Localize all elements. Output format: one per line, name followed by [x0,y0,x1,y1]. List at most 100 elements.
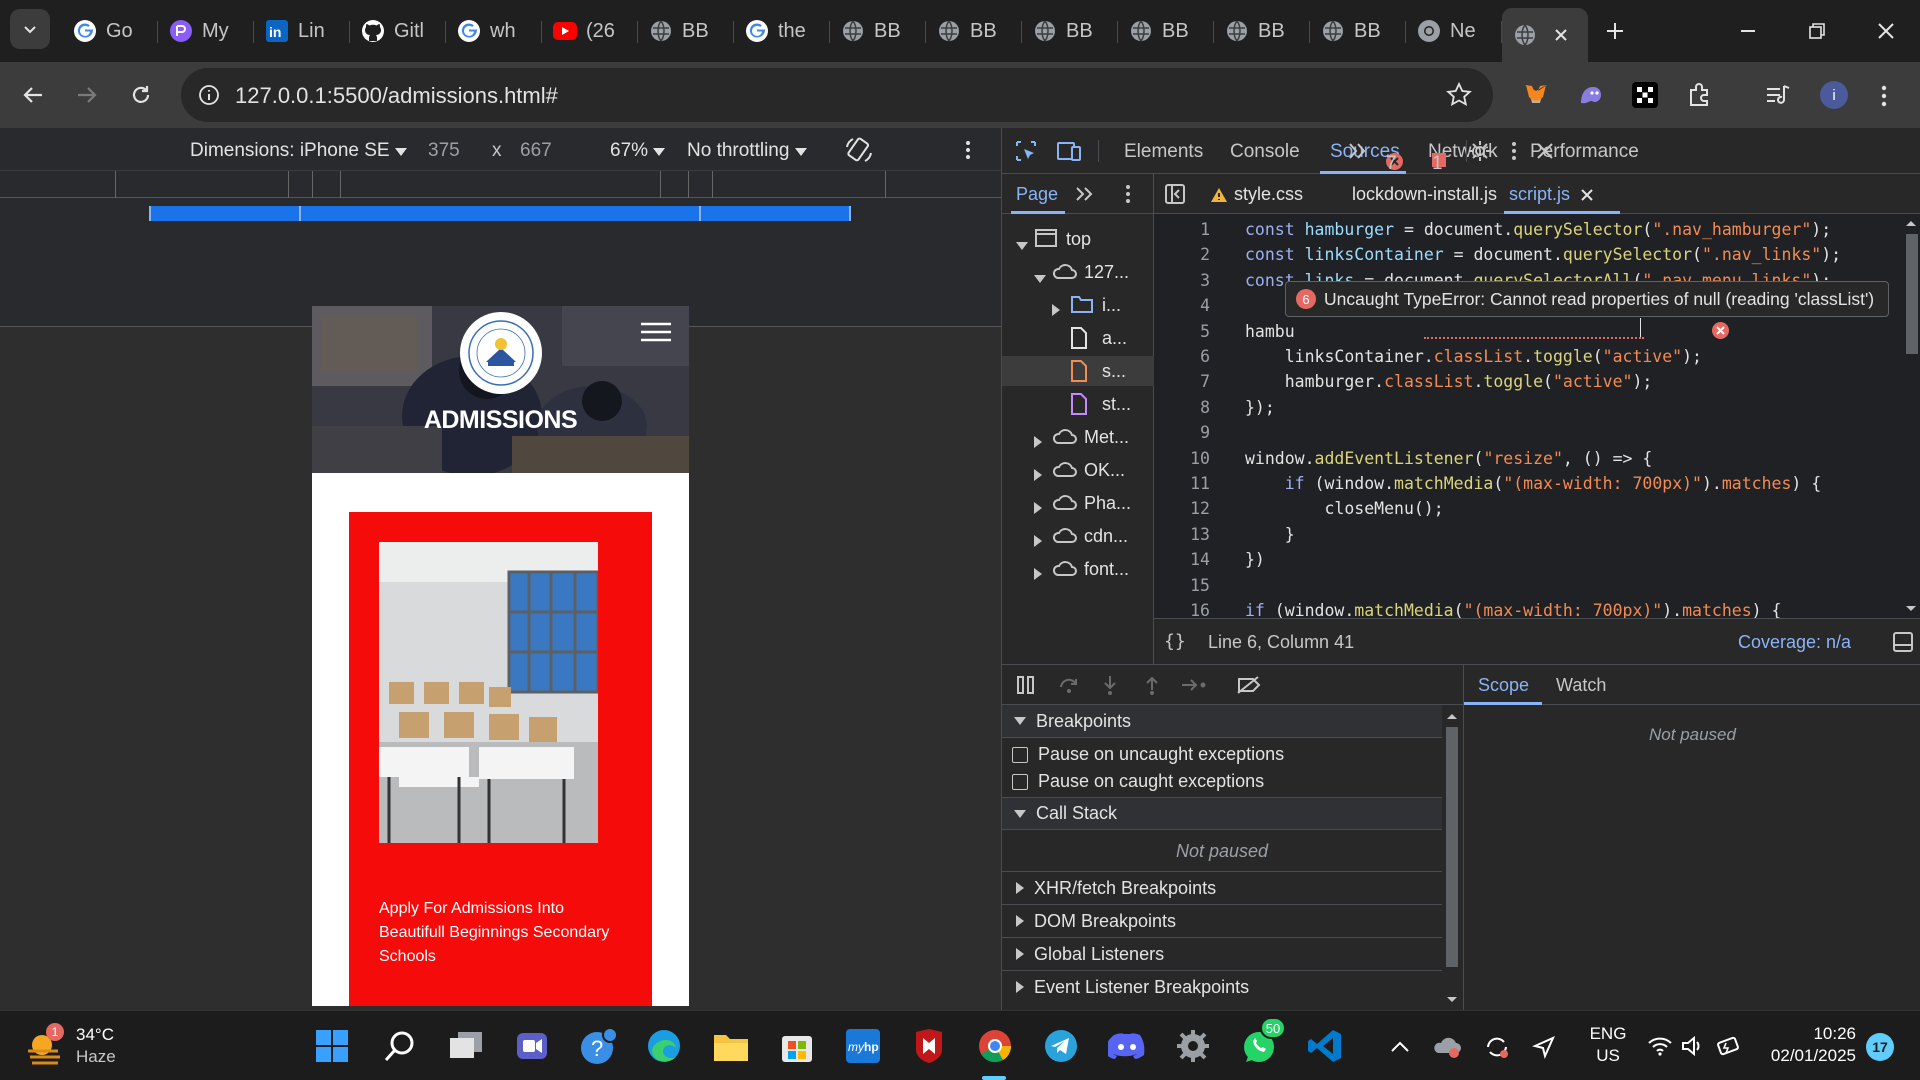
browser-tab[interactable]: BB [1214,8,1310,54]
event-listener-breakpoints-header[interactable]: Event Listener Breakpoints [1002,970,1442,1003]
line-number[interactable]: 12 [1154,499,1210,518]
browser-tab[interactable]: the [734,8,830,54]
navigator-menu-icon[interactable] [1122,183,1134,205]
extension-okx-icon[interactable] [1632,82,1658,108]
line-number[interactable]: 11 [1154,474,1210,493]
profile-avatar[interactable]: i [1820,81,1848,109]
location-arrow-icon[interactable] [1532,1035,1556,1059]
browser-tab[interactable]: Ne [1406,8,1502,54]
task-view-button[interactable] [445,1025,487,1067]
store-app[interactable] [776,1025,818,1067]
line-number[interactable]: 13 [1154,525,1210,544]
tree-item[interactable]: Pha... [1002,488,1154,518]
device-toggle-icon[interactable] [1056,138,1082,164]
language-indicator[interactable]: ENG US [1585,1023,1631,1067]
step-icon[interactable] [1180,675,1208,695]
hamburger-menu-icon[interactable] [640,322,672,342]
device-width-input[interactable]: 375 [428,140,460,162]
line-number[interactable]: 1 [1154,220,1210,239]
wifi-icon[interactable] [1647,1035,1673,1057]
browser-tab[interactable]: BB [1310,8,1406,54]
navigator-more-icon[interactable] [1074,185,1094,203]
line-number[interactable]: 7 [1154,372,1210,391]
tree-item[interactable]: top [1002,224,1154,254]
line-number[interactable]: 3 [1154,271,1210,290]
browser-tab[interactable]: BB [638,8,734,54]
navigator-tab-page[interactable]: Page [1016,184,1058,205]
pause-caught-option[interactable]: Pause on caught exceptions [1002,765,1442,798]
call-stack-header[interactable]: Call Stack [1002,797,1442,830]
browser-tab[interactable]: Go [62,8,158,54]
browser-tab-active[interactable] [1502,8,1588,62]
inspect-element-icon[interactable] [1014,139,1038,163]
step-out-icon[interactable] [1142,674,1162,696]
line-number[interactable]: 5 [1154,322,1210,341]
pretty-print-icon[interactable]: {} [1164,631,1186,652]
browser-tab[interactable]: BB [1022,8,1118,54]
checkbox[interactable] [1012,773,1028,790]
browser-tab[interactable]: Gitl [350,8,446,54]
device-dimensions-select[interactable]: Dimensions: iPhone SE [190,140,407,162]
inline-error-icon[interactable] [1712,322,1729,339]
browser-tab[interactable]: (26 [542,8,638,54]
minimize-button[interactable] [1728,16,1768,46]
reading-list-icon[interactable] [1764,82,1792,110]
tree-item[interactable]: i... [1002,290,1154,320]
line-number[interactable]: 15 [1154,576,1210,595]
step-over-icon[interactable] [1058,675,1080,695]
tab-scope[interactable]: Scope [1478,675,1529,696]
extensions-puzzle-icon[interactable] [1686,81,1714,109]
close-devtools-icon[interactable] [1535,141,1555,161]
tree-item[interactable]: cdn... [1002,521,1154,551]
browser-tab[interactable]: in Lin [254,8,350,54]
dom-breakpoints-header[interactable]: DOM Breakpoints [1002,904,1442,937]
zoom-select[interactable]: 67% [610,140,666,162]
tree-item[interactable]: 127... [1002,257,1154,287]
bookmark-star-icon[interactable] [1446,82,1472,108]
editor-scrollbar[interactable] [1901,214,1920,618]
media-query-bar[interactable] [149,206,851,221]
site-info-icon[interactable] [195,81,223,109]
sync-icon[interactable] [1484,1035,1510,1059]
url-text[interactable]: 127.0.0.1:5500/admissions.html# [235,83,558,109]
devtools-tab-elements[interactable]: Elements [1124,141,1203,163]
whatsapp-app[interactable]: 50 [1238,1017,1286,1067]
restore-button[interactable] [1797,16,1837,46]
chrome-app[interactable] [974,1025,1016,1067]
search-button[interactable] [379,1025,421,1067]
step-into-icon[interactable] [1100,674,1120,696]
reload-button[interactable] [124,78,158,112]
vscode-app[interactable] [1304,1025,1346,1067]
devtools-tab-console[interactable]: Console [1230,141,1300,163]
file-explorer-app[interactable] [710,1025,752,1067]
omnibox[interactable]: 127.0.0.1:5500/admissions.html# [181,68,1493,122]
pause-icon[interactable] [1016,675,1036,695]
discord-app[interactable] [1106,1025,1148,1067]
line-number[interactable]: 8 [1154,398,1210,417]
browser-tab[interactable]: BB [1118,8,1214,54]
rotate-icon[interactable] [844,135,874,165]
forward-button[interactable] [70,78,104,112]
close-window-button[interactable] [1866,16,1906,46]
tree-item[interactable]: a... [1002,323,1154,353]
global-listeners-header[interactable]: Global Listeners [1002,937,1442,970]
line-number[interactable]: 16 [1154,601,1210,618]
tree-item[interactable]: Met... [1002,422,1154,452]
video-call-app[interactable] [511,1025,553,1067]
telegram-app[interactable] [1040,1025,1082,1067]
tab-search-button[interactable] [10,9,50,49]
back-button[interactable] [16,78,50,112]
line-number[interactable]: 10 [1154,449,1210,468]
start-button[interactable] [311,1025,353,1067]
settings-gear-icon[interactable] [1468,139,1492,163]
line-number[interactable]: 4 [1154,296,1210,315]
debugger-scrollbar[interactable] [1442,705,1462,1011]
toggle-navigator-icon[interactable] [1164,183,1186,205]
browser-tab[interactable]: BB [926,8,1022,54]
mcafee-app[interactable] [908,1025,950,1067]
throttling-select[interactable]: No throttling [687,140,807,162]
line-number[interactable]: 9 [1154,423,1210,442]
device-height-input[interactable]: 667 [520,140,552,162]
browser-tab[interactable]: BB [830,8,926,54]
tree-item[interactable]: font... [1002,554,1154,584]
